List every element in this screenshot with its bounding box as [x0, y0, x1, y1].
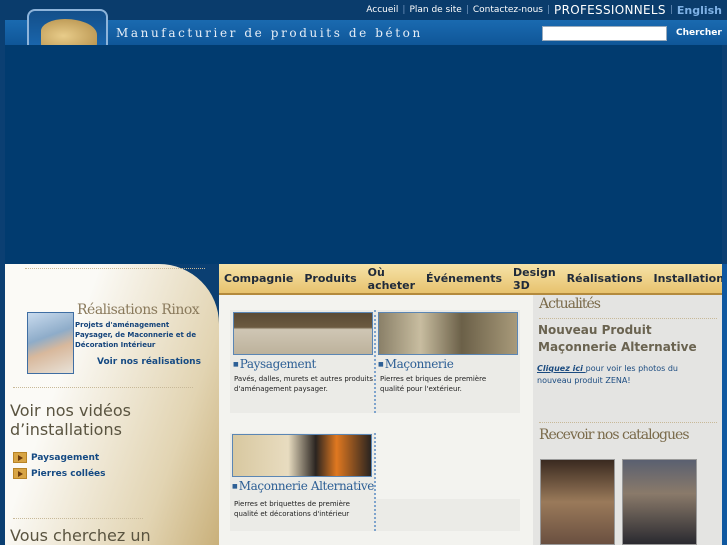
- link-plan-de-site[interactable]: Plan de site: [409, 5, 461, 15]
- realisations-desc: Projets d'aménagement Paysager, de Macon…: [75, 321, 197, 349]
- separator: |: [547, 5, 551, 15]
- separator: |: [402, 5, 406, 15]
- nav-design-3d[interactable]: Design 3D: [513, 266, 556, 292]
- news-title: Actualités: [539, 296, 601, 312]
- nav-produits[interactable]: Produits: [304, 272, 356, 285]
- product-title-paysagement[interactable]: Paysagement: [233, 357, 317, 371]
- realisations-title: Réalisations Rinox: [77, 302, 200, 318]
- link-accueil[interactable]: Accueil: [366, 5, 398, 15]
- search-button[interactable]: Chercher: [676, 28, 722, 38]
- hero-banner: [5, 45, 722, 264]
- rhino-logo-icon: [41, 19, 97, 47]
- nav-realisations[interactable]: Réalisations: [567, 272, 643, 285]
- left-sidebar: Réalisations Rinox Projets d'aménagement…: [5, 264, 219, 545]
- tagline: Manufacturier de produits de béton: [116, 26, 423, 40]
- videos-title: Voir nos vidéos d’installations: [10, 401, 131, 439]
- video-link-pierres[interactable]: Pierres collées: [13, 468, 106, 479]
- divider: [374, 433, 376, 531]
- catalog-landscaping[interactable]: [540, 459, 615, 545]
- maconnerie-alternative-image[interactable]: [232, 434, 372, 477]
- top-links: Accueil | Plan de site | Contactez-nous | P…: [366, 3, 722, 17]
- product-card-empty: [375, 499, 520, 531]
- couple-photo[interactable]: [27, 312, 74, 374]
- product-title-alternative[interactable]: Maçonnerie Alternative: [232, 479, 375, 493]
- paysagement-image[interactable]: [233, 312, 373, 355]
- divider: [13, 387, 193, 388]
- divider: [13, 518, 143, 519]
- product-desc: Pavés, dalles, murets et autres produits…: [234, 375, 373, 393]
- news-headline: Nouveau Produit Maçonnerie Alternative: [538, 323, 697, 354]
- search-title: Vous cherchez un: [10, 526, 151, 545]
- video-icon: [13, 468, 27, 479]
- nav-evenements[interactable]: Événements: [426, 272, 502, 285]
- divider: [374, 310, 376, 413]
- nav-installation[interactable]: Installation: [654, 272, 725, 285]
- news-text: Cliquez ici pour voir les photos du nouv…: [537, 363, 707, 387]
- product-desc: Pierres et briques de première qualité p…: [380, 375, 487, 393]
- page-edge: [722, 264, 727, 545]
- video-link-paysagement[interactable]: Paysagement: [13, 452, 99, 463]
- search-input[interactable]: [542, 26, 667, 41]
- maconnerie-image[interactable]: [378, 312, 518, 355]
- products-area: Paysagement Pavés, dalles, murets et aut…: [219, 295, 533, 545]
- right-sidebar: Actualités Nouveau Produit Maçonnerie Al…: [533, 295, 722, 545]
- divider: [539, 318, 717, 319]
- realisations-link[interactable]: Voir nos réalisations: [97, 357, 201, 367]
- product-title-maconnerie[interactable]: Maçonnerie: [378, 357, 454, 371]
- nav-compagnie[interactable]: Compagnie: [224, 272, 293, 285]
- news-link[interactable]: Cliquez ici: [537, 364, 586, 373]
- product-desc: Pierres et briquettes de première qualit…: [234, 500, 350, 518]
- logo[interactable]: [27, 9, 108, 47]
- link-english[interactable]: English: [677, 4, 722, 17]
- catalog-title: Recevoir nos catalogues: [539, 427, 690, 443]
- video-label: Paysagement: [31, 452, 100, 463]
- video-label: Pierres collées: [31, 468, 106, 479]
- link-contact[interactable]: Contactez-nous: [473, 5, 543, 15]
- main-nav: Compagnie Produits Où acheter Événements…: [219, 264, 725, 295]
- link-professionals[interactable]: PROFESSIONNELS: [554, 3, 666, 17]
- separator: |: [669, 5, 673, 15]
- nav-ou-acheter[interactable]: Où acheter: [368, 266, 415, 292]
- separator: |: [465, 5, 469, 15]
- video-icon: [13, 452, 27, 463]
- divider: [539, 422, 717, 423]
- catalog-masonry[interactable]: [622, 459, 697, 545]
- divider: [25, 268, 205, 269]
